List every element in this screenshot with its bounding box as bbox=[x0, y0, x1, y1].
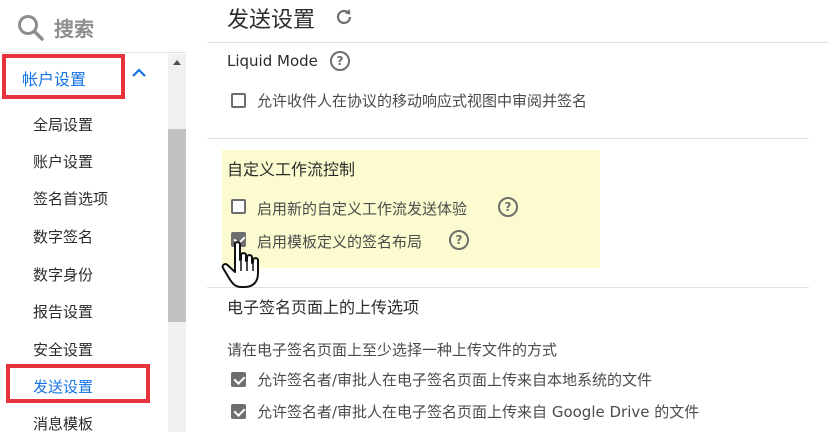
sidebar-item-security-settings[interactable]: 安全设置 bbox=[33, 339, 93, 360]
chevron-up-icon[interactable] bbox=[131, 65, 147, 79]
option-label-template-signature-layout: 启用模板定义的签名布局 bbox=[257, 233, 423, 251]
sidebar-item-account-settings[interactable]: 账户设置 bbox=[33, 151, 93, 172]
section-title-liquid-mode: Liquid Mode bbox=[227, 52, 318, 70]
main-content: 发送设置 Liquid Mode ? 允许收件人在协议的移动响应式视图中审阅并签… bbox=[187, 0, 829, 432]
sidebar-item-digital-signatures[interactable]: 数字签名 bbox=[33, 226, 93, 247]
checkbox-upload-local[interactable] bbox=[231, 372, 246, 387]
option-label-upload-google-drive: 允许签名者/审批人在电子签名页面上传来自 Google Drive 的文件 bbox=[257, 403, 700, 421]
hand-cursor-icon bbox=[221, 241, 259, 288]
help-icon[interactable]: ? bbox=[498, 197, 518, 217]
sidebar-item-global-settings[interactable]: 全局设置 bbox=[33, 114, 93, 135]
checkbox-custom-workflow-experience[interactable] bbox=[231, 199, 246, 214]
option-label-upload-local: 允许签名者/审批人在电子签名页面上传来自本地系统的文件 bbox=[257, 371, 653, 389]
checkbox-liquid-mode[interactable] bbox=[231, 93, 246, 108]
page-title: 发送设置 bbox=[227, 8, 316, 33]
section-title-custom-workflow: 自定义工作流控制 bbox=[227, 160, 356, 179]
sidebar-item-message-templates[interactable]: 消息模板 bbox=[33, 413, 93, 432]
help-icon[interactable]: ? bbox=[330, 51, 350, 71]
sidebar: 搜索 帐户设置 全局设置 账户设置 签名首选项 数字签名 数字身份 报告设置 安… bbox=[0, 0, 187, 432]
divider bbox=[207, 287, 809, 288]
sidebar-item-digital-identity[interactable]: 数字身份 bbox=[33, 264, 93, 285]
search-icon bbox=[18, 15, 44, 41]
option-label-liquid-mode: 允许收件人在协议的移动响应式视图中审阅并签名 bbox=[257, 92, 588, 110]
divider bbox=[207, 138, 809, 139]
help-icon[interactable]: ? bbox=[449, 230, 469, 250]
upload-hint: 请在电子签名页面上至少选择一种上传文件的方式 bbox=[227, 341, 558, 359]
checkbox-upload-google-drive[interactable] bbox=[231, 404, 246, 419]
sidebar-scrollbar-thumb[interactable] bbox=[168, 129, 186, 322]
search-input[interactable]: 搜索 bbox=[54, 13, 94, 42]
section-title-upload-options: 电子签名页面上的上传选项 bbox=[227, 298, 420, 317]
search-box[interactable]: 搜索 bbox=[0, 0, 187, 53]
sidebar-item-report-settings[interactable]: 报告设置 bbox=[33, 301, 93, 322]
highlight-box-send-settings bbox=[6, 364, 150, 403]
scroll-up-arrow-icon[interactable] bbox=[173, 60, 181, 65]
refresh-icon[interactable] bbox=[334, 7, 354, 27]
divider bbox=[207, 42, 829, 43]
sidebar-item-signature-preferences[interactable]: 签名首选项 bbox=[33, 188, 108, 209]
option-label-custom-workflow-experience: 启用新的自定义工作流发送体验 bbox=[257, 200, 468, 218]
highlight-box-account bbox=[2, 54, 125, 99]
